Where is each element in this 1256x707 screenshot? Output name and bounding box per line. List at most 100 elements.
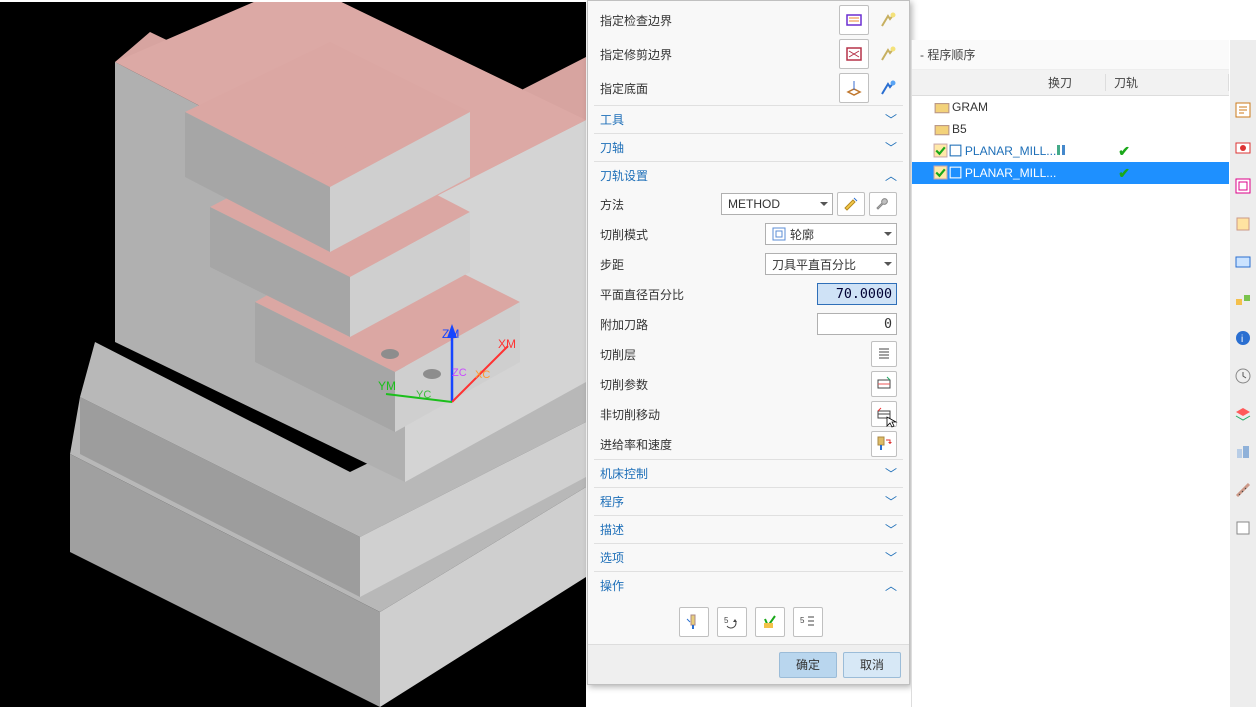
generate-toolpath-icon[interactable] [679, 607, 709, 637]
flat-pct-input[interactable] [817, 283, 897, 305]
chevron-down-icon: ﹀ [885, 111, 897, 128]
axis-y-label: YM [378, 379, 396, 393]
row-step: 步距 刀具平直百分比 [594, 249, 903, 279]
tree-group[interactable]: B5 [912, 118, 1229, 140]
section-axis-label: 刀轴 [600, 139, 624, 156]
chevron-down-icon: ﹀ [885, 465, 897, 482]
chevron-down-icon: ﹀ [885, 549, 897, 566]
axis-z-label: ZM [442, 327, 459, 341]
section-mc-control[interactable]: 机床控制 ﹀ [594, 459, 903, 487]
tree-label: PLANAR_MILL... [963, 166, 1056, 180]
history-icon[interactable] [1233, 366, 1253, 386]
section-actions-label: 操作 [600, 577, 624, 594]
tree-operation[interactable]: PLANAR_MILL...✔ [912, 140, 1229, 162]
floor-plane-icon[interactable] [839, 73, 869, 103]
section-options[interactable]: 选项 ﹀ [594, 543, 903, 571]
status-ok-icon [933, 165, 948, 181]
cut-params-label: 切削参数 [600, 376, 867, 393]
step-label: 步距 [600, 256, 765, 273]
row-floor-plane: 指定底面 [594, 71, 903, 105]
torch-icon[interactable] [873, 5, 903, 35]
section-program[interactable]: 程序 ﹀ [594, 487, 903, 515]
navigator-program-icon[interactable] [1233, 100, 1253, 120]
navigator-method-icon[interactable] [1233, 214, 1253, 234]
torch-icon[interactable] [873, 73, 903, 103]
measure-icon[interactable] [1233, 480, 1253, 500]
cut-params-icon[interactable] [871, 371, 897, 397]
col-tool[interactable]: 换刀 [1040, 74, 1106, 91]
tree-operation[interactable]: PLANAR_MILL...✔ [912, 162, 1229, 184]
tree-header: 换刀 刀轨 [912, 70, 1229, 96]
extra-paths-input[interactable] [817, 313, 897, 335]
status-ok-icon [933, 143, 948, 159]
section-mc-control-label: 机床控制 [600, 465, 648, 482]
section-axis[interactable]: 刀轴 ﹀ [594, 133, 903, 161]
row-extra-paths: 附加刀路 [594, 309, 903, 339]
chevron-up-icon: ︿ [885, 577, 897, 594]
noncut-icon[interactable] [871, 401, 897, 427]
tree-group[interactable]: GRAM [912, 96, 1229, 118]
navigator-views-icon[interactable] [1233, 252, 1253, 272]
section-desc[interactable]: 描述 ﹀ [594, 515, 903, 543]
svg-text:5: 5 [800, 616, 805, 625]
check-boundary-icon[interactable] [839, 5, 869, 35]
axis-zc-label: ZC [452, 367, 467, 379]
buildings-icon[interactable] [1233, 442, 1253, 462]
folder-icon [934, 99, 950, 115]
check-icon: ✔ [1118, 143, 1130, 160]
cancel-button[interactable]: 取消 [843, 652, 901, 678]
cut-levels-label: 切削层 [600, 346, 867, 363]
right-toolstrip: i [1230, 40, 1256, 707]
svg-text:5: 5 [724, 616, 729, 625]
toolchange-icon [1056, 143, 1068, 160]
misc-icon[interactable] [1233, 518, 1253, 538]
label-floor-plane: 指定底面 [594, 80, 835, 97]
row-flat-pct: 平面直径百分比 [594, 279, 903, 309]
layers-icon[interactable] [1233, 404, 1253, 424]
viewport-3d[interactable]: ZM XM YM ZC XC YC [0, 2, 586, 707]
section-options-label: 选项 [600, 549, 624, 566]
axis-yc-label: YC [416, 389, 431, 401]
model-render: ZM XM YM ZC XC YC [0, 2, 586, 707]
method-edit-icon[interactable] [837, 192, 865, 216]
cut-mode-dropdown[interactable]: 轮廓 [765, 223, 897, 245]
section-desc-label: 描述 [600, 521, 624, 538]
method-label: 方法 [600, 196, 721, 213]
torch-icon[interactable] [873, 39, 903, 69]
col-track[interactable]: 刀轨 [1106, 74, 1229, 91]
replay-toolpath-icon[interactable]: 5 [717, 607, 747, 637]
row-cut-params: 切削参数 [594, 369, 903, 399]
ok-button[interactable]: 确定 [779, 652, 837, 678]
label-trim-boundary: 指定修剪边界 [594, 46, 835, 63]
step-value: 刀具平直百分比 [772, 256, 856, 273]
operation-navigator[interactable]: - 程序顺序 换刀 刀轨 GRAMB5PLANAR_MILL...✔PLANAR… [911, 40, 1229, 707]
tree-label: B5 [950, 122, 967, 136]
section-program-label: 程序 [600, 493, 624, 510]
profile-icon [772, 227, 786, 241]
chevron-down-icon: ﹀ [885, 521, 897, 538]
trim-boundary-icon[interactable] [839, 39, 869, 69]
row-trim-boundary: 指定修剪边界 [594, 37, 903, 71]
row-method: 方法 METHOD [594, 189, 903, 219]
list-toolpath-icon[interactable]: 5 [793, 607, 823, 637]
assembly-icon[interactable] [1233, 290, 1253, 310]
op-type-icon [948, 143, 963, 159]
method-dropdown[interactable]: METHOD [721, 193, 833, 215]
navigator-geometry-icon[interactable] [1233, 176, 1253, 196]
action-buttons: 5 5 [594, 599, 903, 644]
row-cut-mode: 切削模式 轮廓 [594, 219, 903, 249]
verify-toolpath-icon[interactable] [755, 607, 785, 637]
section-actions[interactable]: 操作 ︿ [594, 571, 903, 599]
navigator-machine-icon[interactable] [1233, 138, 1253, 158]
op-type-icon [948, 165, 963, 181]
step-dropdown[interactable]: 刀具平直百分比 [765, 253, 897, 275]
navigator-title: - 程序顺序 [912, 40, 1229, 70]
cut-levels-icon[interactable] [871, 341, 897, 367]
section-path[interactable]: 刀轨设置 ︿ [594, 161, 903, 189]
row-noncut: 非切削移动 [594, 399, 903, 429]
feed-speed-icon[interactable] [871, 431, 897, 457]
section-tool-label: 工具 [600, 111, 624, 128]
method-wrench-icon[interactable] [869, 192, 897, 216]
section-tool[interactable]: 工具 ﹀ [594, 105, 903, 133]
info-icon[interactable]: i [1233, 328, 1253, 348]
